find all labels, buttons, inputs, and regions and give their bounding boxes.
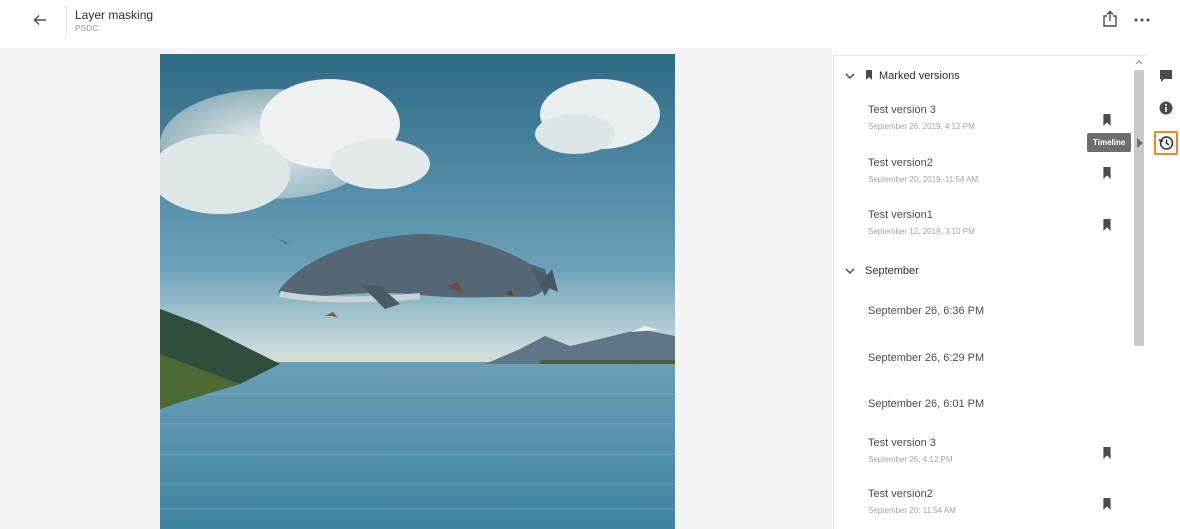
versions-list: Marked versions Test version 3 September… bbox=[834, 56, 1130, 529]
version-item[interactable]: Test version2 September 20, 11:54 AM bbox=[834, 488, 1130, 529]
september-section-header[interactable]: September bbox=[844, 261, 919, 281]
bookmark-icon[interactable] bbox=[1102, 114, 1112, 126]
version-name: Test version 3 bbox=[868, 437, 936, 449]
more-horizontal-icon bbox=[1134, 18, 1150, 22]
document-type: PSDC bbox=[75, 24, 99, 33]
title-divider bbox=[66, 6, 67, 36]
bookmark-icon[interactable] bbox=[1102, 447, 1112, 459]
more-options-button[interactable] bbox=[1131, 10, 1153, 30]
version-item[interactable]: September 26, 6:36 PM bbox=[834, 305, 1130, 335]
version-date: September 20, 2019, 11:54 AM bbox=[868, 175, 979, 184]
version-item[interactable]: Test version1 September 12, 2019, 3:10 P… bbox=[834, 209, 1130, 251]
version-name: Test version2 bbox=[868, 157, 933, 169]
tooltip-arrow bbox=[1137, 138, 1143, 148]
bookmark-icon[interactable] bbox=[1102, 167, 1112, 179]
versions-panel: Marked versions Test version 3 September… bbox=[833, 55, 1146, 529]
back-button[interactable] bbox=[30, 10, 50, 30]
chevron-down-icon bbox=[844, 265, 856, 277]
comments-button[interactable] bbox=[1154, 64, 1178, 88]
version-date: September 20, 11:54 AM bbox=[868, 506, 956, 515]
version-item[interactable]: September 26, 6:29 PM bbox=[834, 352, 1130, 382]
arrow-left-icon bbox=[33, 15, 46, 25]
comment-icon bbox=[1160, 70, 1172, 82]
version-date: September 26, 2019, 4:12 PM bbox=[868, 122, 975, 131]
info-button[interactable] bbox=[1154, 96, 1178, 120]
versions-scrollbar[interactable] bbox=[1130, 56, 1146, 529]
version-name: Test version 3 bbox=[868, 104, 936, 116]
bookmark-icon[interactable] bbox=[1102, 219, 1112, 231]
version-date: September 26, 4:12 PM bbox=[868, 455, 953, 464]
chevron-down-icon bbox=[844, 70, 856, 82]
share-button[interactable] bbox=[1101, 10, 1121, 30]
version-item[interactable]: Test version 3 September 26, 2019, 4:12 … bbox=[834, 104, 1130, 146]
bookmark-icon[interactable] bbox=[1102, 498, 1112, 510]
scrollbar-thumb[interactable] bbox=[1134, 70, 1144, 346]
bookmark-icon bbox=[865, 67, 873, 85]
version-name: September 26, 6:01 PM bbox=[868, 398, 985, 410]
document-title: Layer masking bbox=[75, 8, 154, 22]
info-icon bbox=[1159, 101, 1173, 115]
timeline-button[interactable] bbox=[1154, 131, 1178, 155]
version-name: Test version1 bbox=[868, 209, 933, 221]
marked-versions-label: Marked versions bbox=[879, 70, 960, 82]
september-section-label: September bbox=[865, 265, 919, 277]
version-date: September 12, 2019, 3:10 PM bbox=[868, 227, 975, 236]
version-item[interactable]: Test version 3 September 26, 4:12 PM bbox=[834, 437, 1130, 479]
canvas-area bbox=[0, 48, 832, 529]
version-name: Test version2 bbox=[868, 488, 933, 500]
artwork-image[interactable] bbox=[160, 54, 675, 529]
version-item[interactable]: September 26, 6:01 PM bbox=[834, 398, 1130, 428]
timeline-tooltip: Timeline bbox=[1087, 133, 1132, 152]
version-item[interactable]: Test version2 September 20, 2019, 11:54 … bbox=[834, 157, 1130, 199]
share-icon bbox=[1103, 10, 1117, 27]
top-bar: Layer masking PSDC bbox=[0, 0, 1180, 48]
artwork-illustration bbox=[160, 54, 675, 529]
history-clock-icon bbox=[1158, 136, 1174, 150]
version-name: September 26, 6:36 PM bbox=[868, 305, 985, 317]
version-name: September 26, 6:29 PM bbox=[868, 352, 985, 364]
marked-versions-header[interactable]: Marked versions bbox=[844, 66, 960, 86]
scroll-up-icon[interactable] bbox=[1135, 59, 1143, 65]
